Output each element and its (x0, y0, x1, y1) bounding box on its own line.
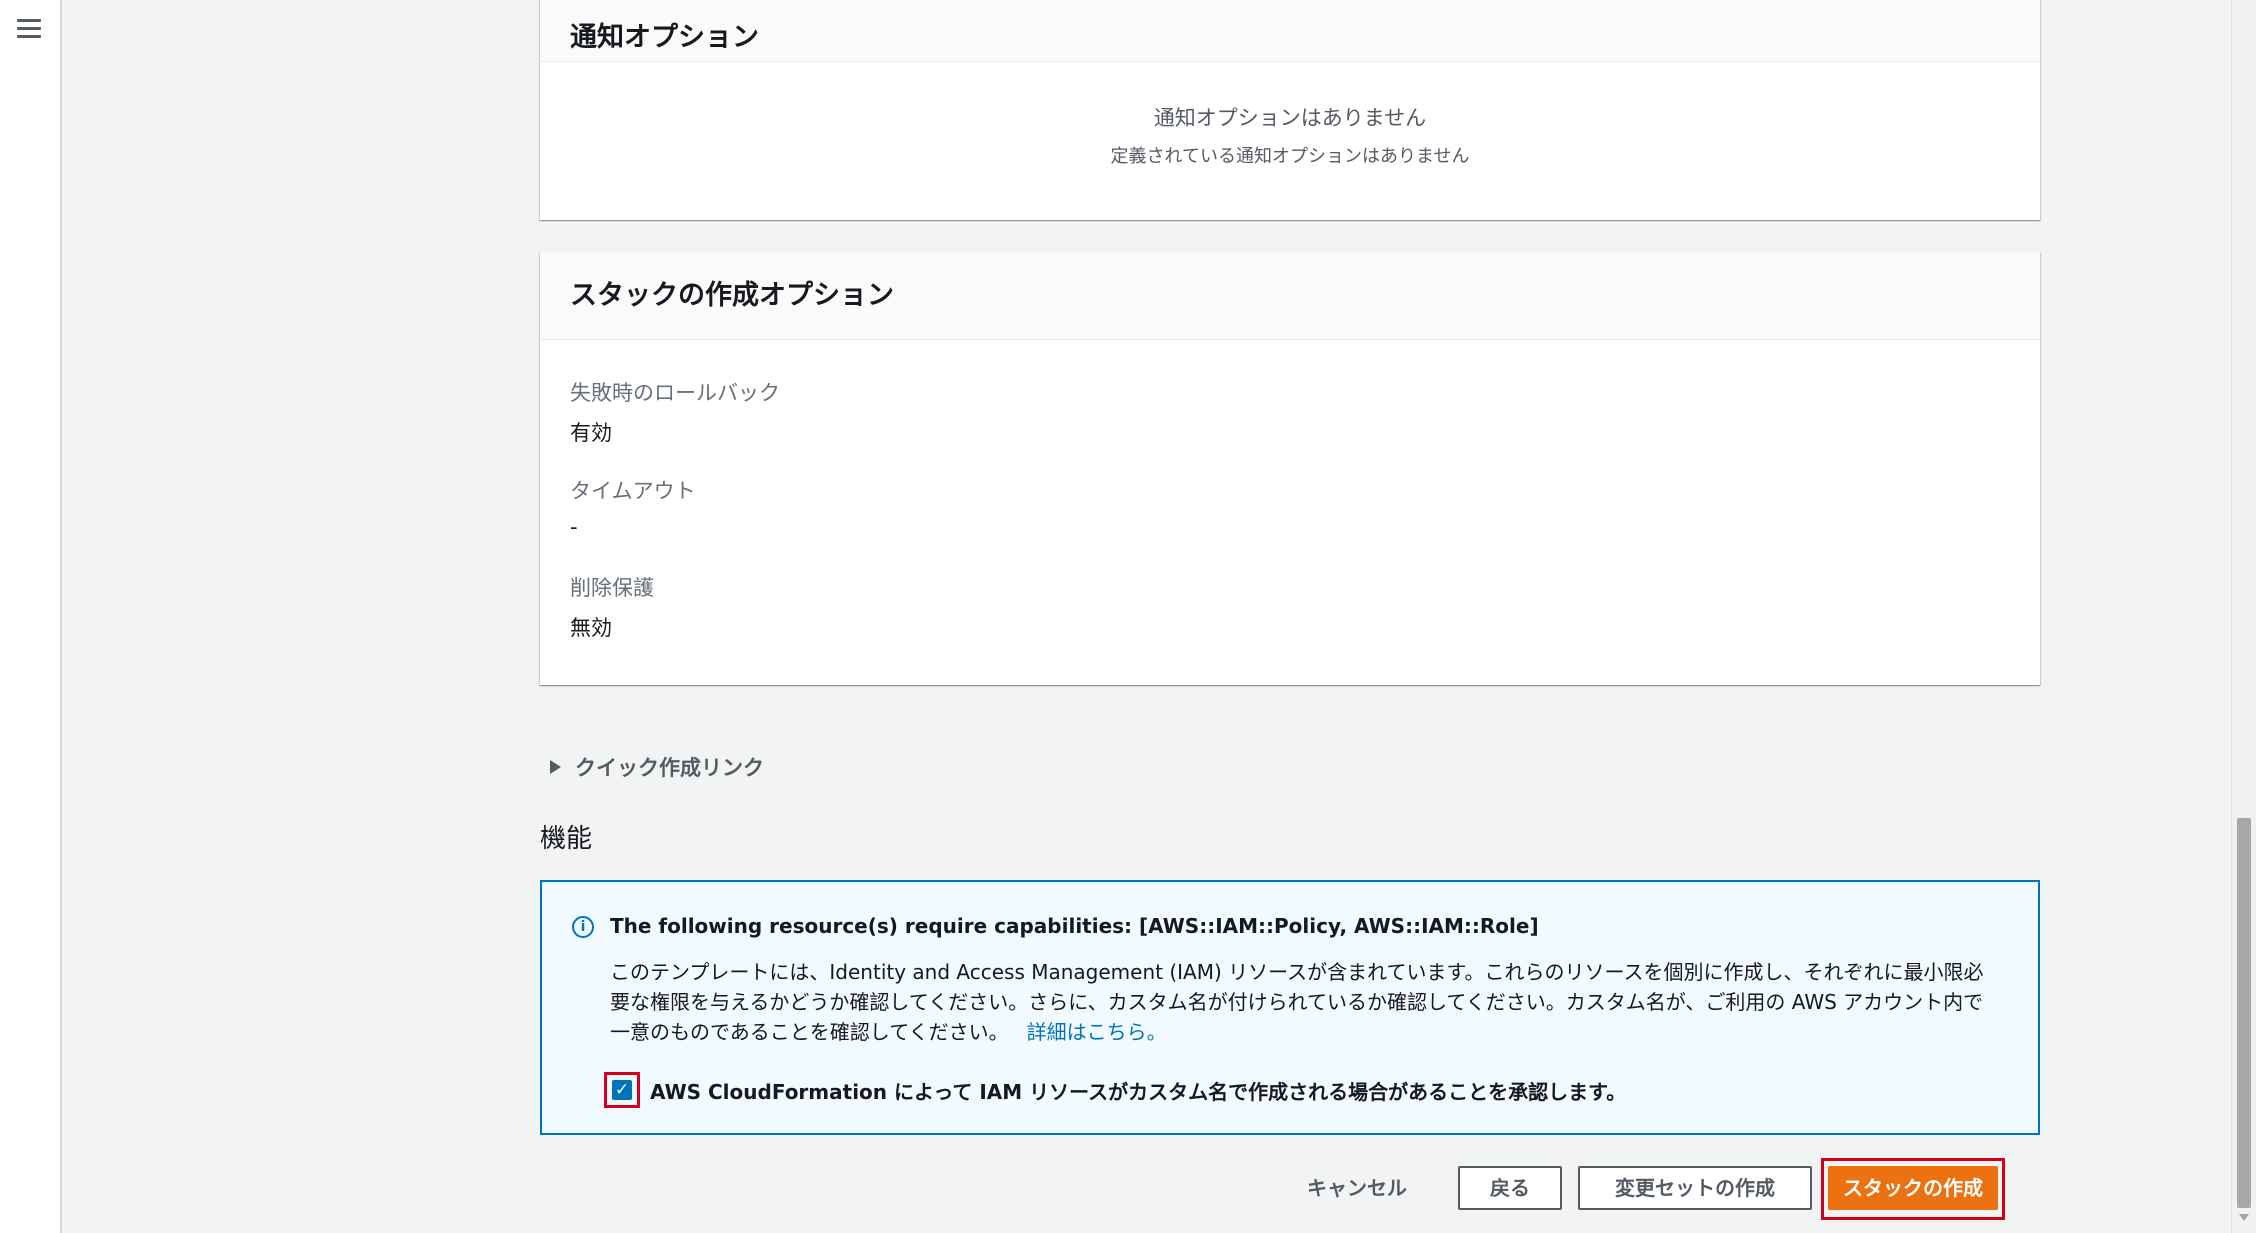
info-alert-text: このテンプレートには、Identity and Access Managemen… (610, 960, 1984, 1044)
learn-more-link[interactable]: 詳細はこちら。 (1027, 1020, 1167, 1044)
acknowledge-label[interactable]: AWS CloudFormation によって IAM リソースがカスタム名で作… (650, 1076, 1626, 1105)
quick-create-link-expander[interactable]: クイック作成リンク (550, 752, 764, 782)
acknowledge-checkbox[interactable]: ✓ (612, 1080, 632, 1100)
create-change-set-button[interactable]: 変更セットの作成 (1578, 1166, 1812, 1210)
expander-label: クイック作成リンク (575, 756, 764, 780)
field-label: タイムアウト (570, 479, 696, 503)
capabilities-heading: 機能 (540, 824, 593, 854)
vertical-scrollbar[interactable] (2231, 0, 2256, 1233)
create-stack-button[interactable]: スタックの作成 (1828, 1166, 1998, 1210)
scrollbar-thumb[interactable] (2237, 818, 2251, 1208)
capabilities-info-alert: i The following resource(s) require capa… (540, 880, 2040, 1135)
left-nav-rail (0, 0, 62, 1233)
highlight-frame: ✓ (604, 1072, 640, 1108)
cancel-button[interactable]: キャンセル (1290, 1166, 1424, 1210)
empty-state-title: 通知オプションはありません (1153, 106, 1427, 130)
notification-options-title: 通知オプション (540, 0, 2040, 62)
notification-options-panel: 通知オプション 通知オプションはありません 定義されている通知オプションはありま… (540, 0, 2040, 220)
scroll-down-arrow-icon[interactable] (2239, 1214, 2249, 1221)
menu-icon[interactable] (17, 19, 41, 39)
caret-right-icon (550, 760, 561, 774)
field-value: 無効 (570, 616, 612, 640)
rollback-on-failure-field: 失敗時のロールバック 有効 (570, 377, 780, 447)
termination-protection-field: 削除保護 無効 (570, 572, 654, 642)
info-icon: i (572, 916, 594, 938)
stack-options-title: スタックの作成オプション (540, 252, 2040, 340)
field-label: 失敗時のロールバック (570, 381, 780, 405)
back-button[interactable]: 戻る (1458, 1166, 1562, 1210)
timeout-field: タイムアウト - (570, 475, 696, 539)
info-alert-title: The following resource(s) require capabi… (610, 914, 1539, 938)
empty-state-subtitle: 定義されている通知オプションはありません (1110, 146, 1470, 167)
field-value: - (570, 515, 578, 539)
field-label: 削除保護 (570, 576, 654, 600)
stack-creation-options-panel: スタックの作成オプション 失敗時のロールバック 有効 タイムアウト - 削除保護… (540, 252, 2040, 685)
field-value: 有効 (570, 421, 612, 445)
info-alert-body: このテンプレートには、Identity and Access Managemen… (610, 957, 2000, 1047)
